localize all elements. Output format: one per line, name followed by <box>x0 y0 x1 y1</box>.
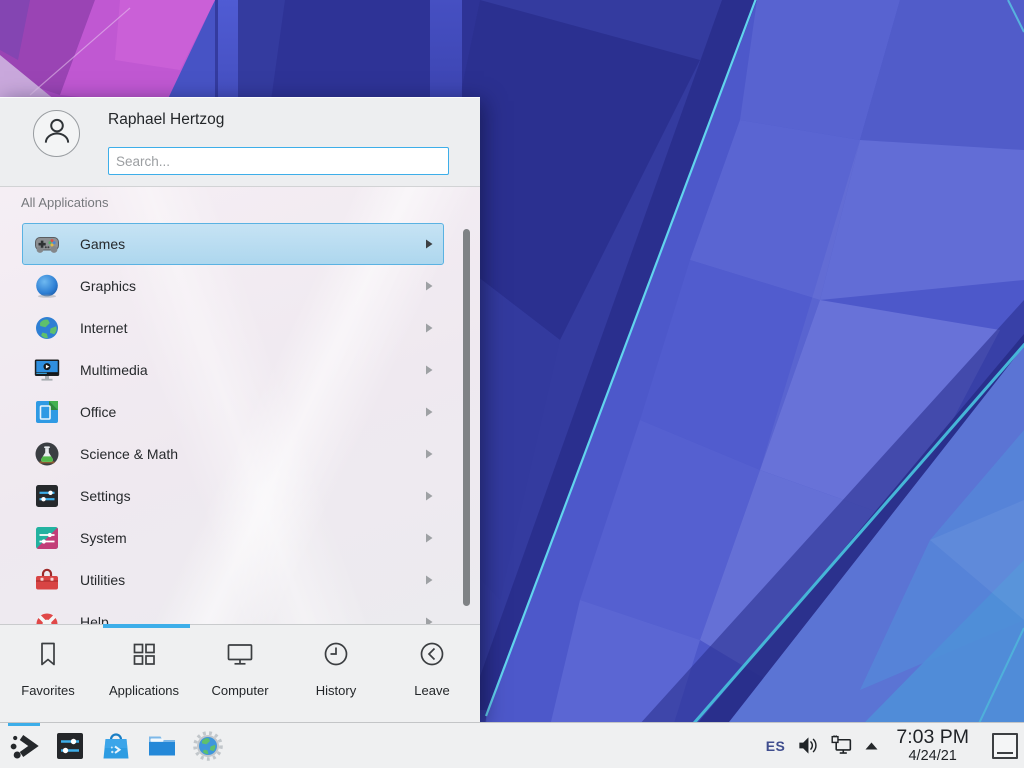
clock-time: 7:03 PM <box>896 728 969 748</box>
tab-history[interactable]: History <box>288 639 384 722</box>
digital-clock[interactable]: 7:03 PM 4/24/21 <box>896 728 969 764</box>
system-tray: ES 7:03 PM 4/24/21 <box>766 728 1024 764</box>
user-name: Raphael Hertzog <box>108 111 224 129</box>
submenu-arrow-icon <box>425 617 433 624</box>
submenu-arrow-icon <box>425 323 433 333</box>
keyboard-layout-indicator[interactable]: ES <box>766 738 786 754</box>
submenu-arrow-icon <box>425 407 433 417</box>
category-item-games[interactable]: Games <box>22 223 444 265</box>
submenu-arrow-icon <box>425 449 433 459</box>
discover-button[interactable] <box>100 730 132 762</box>
network-icon[interactable] <box>830 734 853 757</box>
application-category-list: All Applications Games Graphics Internet <box>0 187 480 624</box>
category-item-utilities[interactable]: Utilities <box>22 559 444 601</box>
clock-icon <box>321 639 351 674</box>
submenu-arrow-icon <box>425 533 433 543</box>
tab-applications[interactable]: Applications <box>96 639 192 722</box>
tab-leave[interactable]: Leave <box>384 639 480 722</box>
category-label: Internet <box>80 320 127 336</box>
settings-icon <box>34 483 60 509</box>
category-label: Help <box>80 614 109 624</box>
bookmark-icon <box>33 639 63 674</box>
active-task-indicator <box>8 723 40 726</box>
application-launcher-button[interactable] <box>8 730 40 762</box>
submenu-arrow-icon <box>425 491 433 501</box>
taskbar-apps <box>8 730 224 762</box>
launcher-header: Raphael Hertzog <box>0 98 480 187</box>
category-label: System <box>80 530 127 546</box>
category-label: Office <box>80 404 116 420</box>
globe-icon <box>34 315 60 341</box>
category-label: Games <box>80 236 125 252</box>
category-item-multimedia[interactable]: Multimedia <box>22 349 444 391</box>
category-label: Settings <box>80 488 131 504</box>
category-label: Graphics <box>80 278 136 294</box>
desktop: Raphael Hertzog All Applications Games G… <box>0 0 1024 768</box>
graphics-icon <box>34 273 60 299</box>
tab-label: Leave <box>414 683 449 698</box>
tab-label: Computer <box>211 683 268 698</box>
user-avatar-icon <box>38 112 76 155</box>
category-rows: Games Graphics Internet Multimedia <box>0 223 480 624</box>
tab-favorites[interactable]: Favorites <box>0 639 96 722</box>
tab-label: Favorites <box>21 683 74 698</box>
active-tab-indicator <box>103 624 190 628</box>
clock-date: 4/24/21 <box>896 749 969 764</box>
office-icon <box>34 399 60 425</box>
submenu-arrow-icon <box>425 239 433 249</box>
category-item-internet[interactable]: Internet <box>22 307 444 349</box>
category-item-system[interactable]: System <box>22 517 444 559</box>
help-icon <box>34 609 60 624</box>
system-settings-button[interactable] <box>54 730 86 762</box>
expand-tray-icon[interactable] <box>864 741 879 751</box>
category-item-help[interactable]: Help <box>22 601 444 624</box>
category-label: Utilities <box>80 572 125 588</box>
tab-computer[interactable]: Computer <box>192 639 288 722</box>
leave-icon <box>417 639 447 674</box>
section-label: All Applications <box>21 195 108 210</box>
submenu-arrow-icon <box>425 281 433 291</box>
system-icon <box>34 525 60 551</box>
multimedia-icon <box>34 357 60 383</box>
science-icon <box>34 441 60 467</box>
tab-label: Applications <box>109 683 179 698</box>
category-item-graphics[interactable]: Graphics <box>22 265 444 307</box>
taskbar-panel: ES 7:03 PM 4/24/21 <box>0 722 1024 768</box>
submenu-arrow-icon <box>425 575 433 585</box>
category-item-settings[interactable]: Settings <box>22 475 444 517</box>
web-browser-button[interactable] <box>192 730 224 762</box>
monitor-icon <box>225 639 255 674</box>
gamepad-icon <box>34 231 60 257</box>
grid-icon <box>129 639 159 674</box>
list-scrollbar[interactable] <box>463 229 470 606</box>
search-input[interactable] <box>108 147 449 175</box>
category-item-science-math[interactable]: Science & Math <box>22 433 444 475</box>
launcher-tab-bar: Favorites Applications Computer History … <box>0 624 480 722</box>
show-desktop-widget[interactable] <box>992 733 1018 759</box>
application-launcher-popup: Raphael Hertzog All Applications Games G… <box>0 97 480 722</box>
volume-icon[interactable] <box>796 734 819 757</box>
user-avatar[interactable] <box>33 110 80 157</box>
category-item-office[interactable]: Office <box>22 391 444 433</box>
category-label: Multimedia <box>80 362 148 378</box>
file-manager-button[interactable] <box>146 730 178 762</box>
utilities-icon <box>34 567 60 593</box>
submenu-arrow-icon <box>425 365 433 375</box>
tab-label: History <box>316 683 356 698</box>
category-label: Science & Math <box>80 446 178 462</box>
